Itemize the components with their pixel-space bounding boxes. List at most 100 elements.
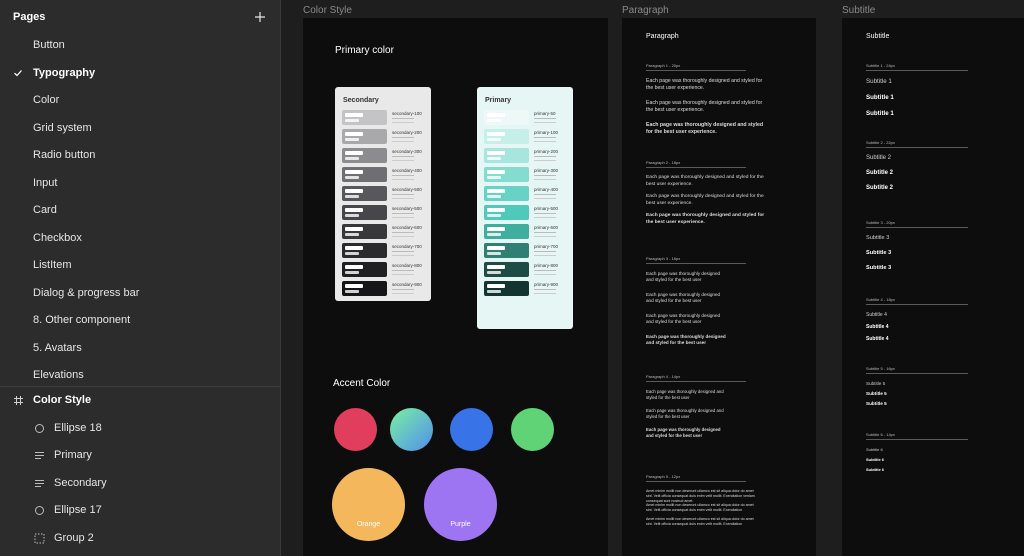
swatch-chip [487, 265, 505, 269]
page-item-label: Checkbox [33, 231, 82, 244]
color-style-frame[interactable]: Primary color Secondary secondary-100 sec… [303, 18, 608, 556]
swatch-meta [392, 175, 414, 180]
swatch-chip [487, 176, 501, 179]
paragraph-sample: Each page was thoroughly designed and st… [646, 313, 721, 325]
color-swatch[interactable] [484, 186, 529, 201]
paragraph-section-label: Paragraph 5 - 12px [646, 474, 681, 479]
color-swatch[interactable] [484, 110, 529, 125]
primary-palette-card[interactable]: Primary primary-50 primary-100 primary-200… [477, 87, 573, 329]
page-item[interactable]: Elevations [0, 362, 281, 389]
subtitle-frame[interactable]: Subtitle Subtitle 1 - 24px Subtitle 1 Subt… [842, 18, 1024, 556]
subtitle-sample: Subtitle 1 [866, 110, 894, 117]
accent-orange-circle[interactable]: Orange [332, 468, 405, 541]
accent-green-circle[interactable] [511, 408, 554, 451]
swatch-chip [345, 170, 363, 174]
subtitle-sample: Subtitle 2 [866, 155, 892, 161]
swatch-name: primary-400 [534, 187, 559, 192]
layer-item-label: Color Style [33, 394, 92, 406]
page-item[interactable]: Card [0, 197, 281, 224]
section-divider [866, 70, 968, 71]
accent-blue-circle[interactable] [450, 408, 493, 451]
swatch-name: secondary-500 [392, 206, 422, 211]
layer-item[interactable]: Ellipse 17 [0, 497, 281, 524]
page-item[interactable]: Input [0, 170, 281, 197]
ellipse-icon [35, 506, 44, 515]
page-item[interactable]: ListItem [0, 252, 281, 279]
page-item[interactable]: Typography [0, 60, 281, 87]
page-item[interactable]: Checkbox [0, 225, 281, 252]
paragraph-sample: Each page was thoroughly designed and st… [646, 292, 721, 304]
swatch-chip [487, 170, 505, 174]
section-divider [646, 263, 746, 264]
color-swatch[interactable] [342, 110, 387, 125]
page-item-label: Grid system [33, 121, 92, 134]
subtitle-section-label: Subtitle 3 - 20px [866, 220, 895, 225]
page-item[interactable]: Grid system [0, 115, 281, 142]
page-item[interactable]: Radio button [0, 142, 281, 169]
canvas[interactable]: Color Style Paragraph Subtitle Primary c… [282, 0, 1024, 556]
accent-red-circle[interactable] [334, 408, 377, 451]
accent-purple-circle[interactable]: Purple [424, 468, 497, 541]
color-swatch[interactable] [342, 167, 387, 182]
paragraph-sample: Each page was thoroughly designed and st… [646, 271, 721, 283]
accent-gradient-circle[interactable] [390, 408, 433, 451]
color-swatch[interactable] [342, 281, 387, 296]
pages-header: Pages [0, 0, 281, 36]
page-item[interactable]: 5. Avatars [0, 335, 281, 362]
section-divider [646, 381, 746, 382]
paragraph-frame[interactable]: Paragraph Paragraph 1 - 20px Each page wa… [622, 18, 816, 556]
color-swatch[interactable] [484, 281, 529, 296]
secondary-palette-card[interactable]: Secondary secondary-100 secondary-200 seco… [335, 87, 431, 301]
color-swatch[interactable] [342, 262, 387, 277]
swatch-chip [345, 119, 359, 122]
swatch-meta [534, 194, 556, 199]
plus-icon[interactable] [252, 9, 268, 25]
color-swatch[interactable] [484, 148, 529, 163]
page-item[interactable]: Button [0, 32, 281, 59]
frame-icon [14, 396, 23, 405]
swatch-name: secondary-100 [392, 111, 422, 116]
color-swatch[interactable] [484, 224, 529, 239]
swatch-meta [392, 289, 414, 294]
page-item[interactable]: 8. Other component [0, 307, 281, 334]
color-swatch[interactable] [342, 186, 387, 201]
page-item[interactable]: Dialog & progress bar [0, 280, 281, 307]
layer-item[interactable]: Group 2 [0, 525, 281, 552]
subtitle-sample: Subtitle 2 [866, 185, 894, 191]
section-divider [866, 227, 968, 228]
subtitle-sample: Subtitle 3 [866, 265, 892, 271]
section-divider [866, 373, 968, 374]
swatch-chip [345, 271, 359, 274]
layer-item[interactable]: Color Style [0, 387, 281, 414]
color-swatch[interactable] [342, 224, 387, 239]
swatch-meta [392, 251, 414, 256]
swatch-chip [487, 290, 501, 293]
frame-label-paragraph[interactable]: Paragraph [622, 5, 669, 16]
swatch-meta [392, 232, 414, 237]
color-swatch[interactable] [484, 167, 529, 182]
paragraph-sample: Each page was thoroughly designed and st… [646, 389, 724, 400]
swatch-name: secondary-600 [392, 225, 422, 230]
swatch-name: primary-800 [534, 263, 559, 268]
color-swatch[interactable] [484, 129, 529, 144]
color-swatch[interactable] [484, 205, 529, 220]
frame-label-subtitle[interactable]: Subtitle [842, 5, 875, 16]
color-swatch[interactable] [484, 243, 529, 258]
color-swatch[interactable] [484, 262, 529, 277]
subtitle-section-label: Subtitle 4 - 18px [866, 297, 895, 302]
layer-item[interactable]: Ellipse 18 [0, 415, 281, 442]
color-swatch[interactable] [342, 243, 387, 258]
layer-item[interactable]: Primary [0, 442, 281, 469]
layer-item-label: Ellipse 18 [54, 421, 102, 434]
frame-label-color-style[interactable]: Color Style [303, 5, 352, 16]
paragraph-sample: Each page was thoroughly designed and st… [646, 213, 765, 225]
layer-item[interactable]: Secondary [0, 470, 281, 497]
paragraph-section-label: Paragraph 2 - 18px [646, 160, 681, 165]
accent-color-heading: Accent Color [333, 378, 391, 389]
swatch-chip [487, 214, 501, 217]
check-icon [14, 69, 22, 76]
color-swatch[interactable] [342, 205, 387, 220]
color-swatch[interactable] [342, 129, 387, 144]
page-item[interactable]: Color [0, 87, 281, 114]
color-swatch[interactable] [342, 148, 387, 163]
